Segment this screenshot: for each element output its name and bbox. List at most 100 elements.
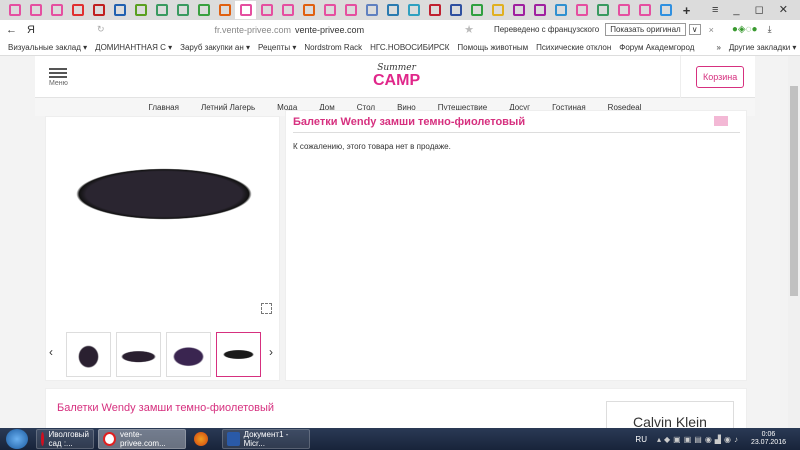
scrollbar-thumb[interactable] xyxy=(790,86,798,296)
browser-tab[interactable] xyxy=(88,1,109,19)
reload-icon[interactable]: ↻ xyxy=(97,24,105,35)
favicon-icon xyxy=(386,4,399,16)
browser-tab[interactable] xyxy=(592,1,613,19)
favicon-icon xyxy=(470,4,483,16)
more-bookmarks-button[interactable]: » xyxy=(716,43,720,52)
yandex-browser-icon xyxy=(103,432,116,446)
close-translate-button[interactable]: × xyxy=(709,25,714,35)
translate-dropdown[interactable]: ∨ xyxy=(688,24,701,35)
address-bar-row: ← Я ↻ fr.vente-privee.com vente-privee.c… xyxy=(0,20,800,39)
thumbnail-selected[interactable] xyxy=(216,332,261,377)
favicon-icon xyxy=(491,4,504,16)
bookmark-item[interactable]: Nordstrom Rack xyxy=(304,43,362,52)
web-page: Меню Summer CAMP Корзина Главная Летний Л… xyxy=(0,56,788,428)
taskbar-item-yandex[interactable]: vente-privee.com... xyxy=(98,429,186,449)
download-icon[interactable]: ⤓ xyxy=(768,24,772,35)
bookmark-item[interactable]: Заруб закупки ан ▾ xyxy=(180,43,250,52)
browser-tab[interactable] xyxy=(508,1,529,19)
language-indicator[interactable]: RU xyxy=(635,435,647,444)
thumb-next-button[interactable]: › xyxy=(269,345,273,359)
browser-tab[interactable] xyxy=(382,1,403,19)
taskbar-item-word[interactable]: Документ1 - Micr... xyxy=(222,429,310,449)
favicon-icon xyxy=(323,4,336,16)
browser-tab[interactable] xyxy=(298,1,319,19)
thumbnail[interactable] xyxy=(66,332,111,377)
page-scrollbar[interactable] xyxy=(788,56,800,428)
bookmark-item[interactable]: ДОМИНАНТНАЯ С ▾ xyxy=(95,43,172,52)
browser-tab[interactable] xyxy=(256,1,277,19)
site-logo[interactable]: Summer CAMP xyxy=(373,64,420,89)
tray-icons[interactable]: ▴◆▣▣▤◉▟◉♪ xyxy=(657,435,741,444)
thumbnail[interactable] xyxy=(166,332,211,377)
firefox-icon xyxy=(194,432,208,446)
bookmark-item[interactable]: Рецепты ▾ xyxy=(258,43,296,52)
browser-tab[interactable] xyxy=(235,1,256,19)
show-original-button[interactable]: Показать оригинал xyxy=(605,23,686,36)
browser-tab[interactable] xyxy=(25,1,46,19)
nav-item[interactable]: Летний Лагерь xyxy=(201,103,255,112)
browser-tab[interactable] xyxy=(466,1,487,19)
browser-tab[interactable] xyxy=(403,1,424,19)
extension-icons[interactable]: ●◈◌● xyxy=(732,24,758,35)
browser-tab[interactable] xyxy=(130,1,151,19)
browser-tab[interactable] xyxy=(277,1,298,19)
browser-tab[interactable] xyxy=(214,1,235,19)
browser-tab[interactable] xyxy=(361,1,382,19)
menu-button[interactable]: Меню xyxy=(49,68,68,87)
bookmark-star-icon[interactable]: ★ xyxy=(464,23,474,36)
browser-tab[interactable] xyxy=(487,1,508,19)
favicon-icon xyxy=(134,4,147,16)
browser-tab[interactable] xyxy=(319,1,340,19)
browser-tab[interactable] xyxy=(655,1,676,19)
description-panel: Балетки Wendy замши темно-фиолетовый Cal… xyxy=(45,388,747,428)
word-icon xyxy=(227,432,240,446)
thumb-prev-button[interactable]: ‹ xyxy=(49,345,53,359)
cart-button[interactable]: Корзина xyxy=(696,66,745,88)
favicon-icon xyxy=(8,4,21,16)
tab-strip: + xyxy=(0,0,800,20)
browser-tab[interactable] xyxy=(445,1,466,19)
browser-tab[interactable] xyxy=(4,1,25,19)
browser-tab[interactable] xyxy=(571,1,592,19)
taskbar-item-opera[interactable]: Иволговый сад :... xyxy=(36,429,94,449)
back-button[interactable]: ← xyxy=(6,24,17,36)
start-button[interactable] xyxy=(6,429,28,449)
bookmark-item[interactable]: Форум Академгород xyxy=(619,43,694,52)
favicon-icon xyxy=(449,4,462,16)
browser-tab[interactable] xyxy=(340,1,361,19)
browser-tab[interactable] xyxy=(109,1,130,19)
favicon-icon xyxy=(596,4,609,16)
clock[interactable]: 0:06 23.07.2016 xyxy=(751,431,786,448)
yandex-button[interactable]: Я xyxy=(27,24,35,36)
url-host[interactable]: fr.vente-privee.com xyxy=(215,25,292,35)
bookmark-item[interactable]: Психические отклон xyxy=(536,43,611,52)
browser-tab[interactable] xyxy=(193,1,214,19)
browser-tab[interactable] xyxy=(424,1,445,19)
url-title[interactable]: vente-privee.com xyxy=(295,25,364,35)
favicon-icon xyxy=(197,4,210,16)
nav-item[interactable]: Главная xyxy=(149,103,179,112)
share-email-icon[interactable] xyxy=(714,116,728,126)
browser-tab[interactable] xyxy=(151,1,172,19)
browser-tab[interactable] xyxy=(613,1,634,19)
other-bookmarks-folder[interactable]: Другие закладки ▾ xyxy=(729,43,797,52)
bookmark-item[interactable]: НГС.НОВОСИБИРСК xyxy=(370,43,449,52)
browser-tab[interactable] xyxy=(550,1,571,19)
brand-logo: Calvin Klein xyxy=(606,401,734,428)
window-controls[interactable]: ≡ _ ◻ ✕ xyxy=(712,3,794,16)
browser-tab[interactable] xyxy=(529,1,550,19)
product-main-image[interactable] xyxy=(64,165,264,223)
bookmark-item[interactable]: Помощь животным xyxy=(457,43,528,52)
favicon-icon xyxy=(50,4,63,16)
browser-tab[interactable] xyxy=(172,1,193,19)
browser-tab[interactable] xyxy=(67,1,88,19)
favicon-icon xyxy=(29,4,42,16)
browser-tab[interactable] xyxy=(634,1,655,19)
expand-icon[interactable] xyxy=(261,303,272,314)
unavailable-message: К сожалению, этого товара нет в продаже. xyxy=(293,142,451,151)
browser-tab[interactable] xyxy=(46,1,67,19)
thumbnail[interactable] xyxy=(116,332,161,377)
bookmark-item[interactable]: Визуальные заклад ▾ xyxy=(8,43,87,52)
taskbar-item-firefox[interactable] xyxy=(190,429,218,449)
new-tab-button[interactable]: + xyxy=(676,1,697,19)
